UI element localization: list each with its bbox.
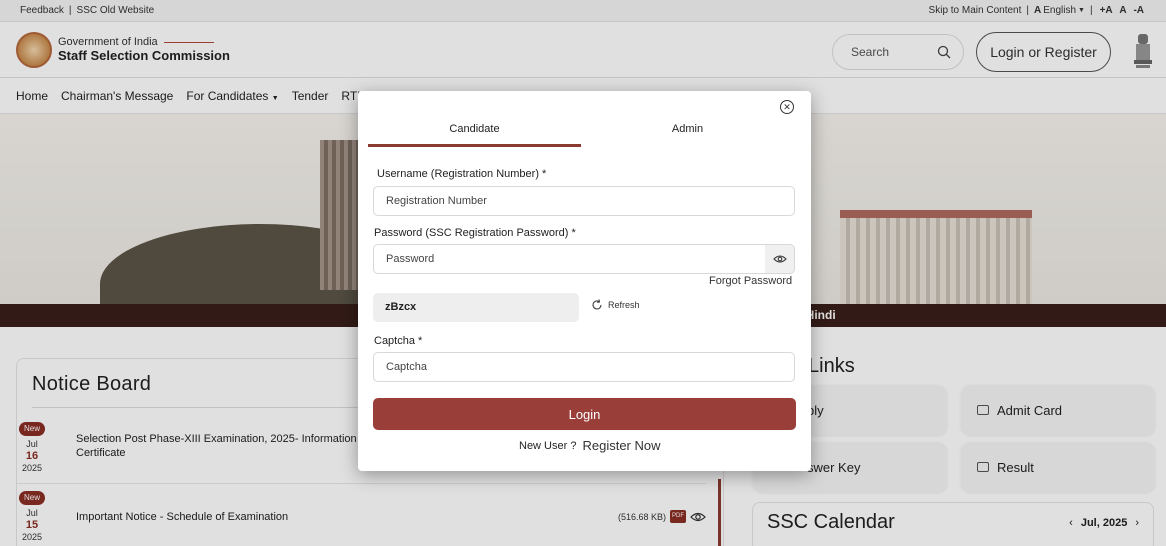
login-modal: ✕ Candidate Admin Username (Registration… <box>358 91 811 471</box>
username-label: Username (Registration Number) * <box>377 168 547 180</box>
login-button[interactable]: Login <box>373 398 796 430</box>
new-user-row: New User ? Register Now <box>519 438 661 453</box>
new-user-label: New User ? <box>519 439 577 452</box>
password-label: Password (SSC Registration Password) * <box>374 227 576 239</box>
register-now-link[interactable]: Register Now <box>582 438 660 453</box>
refresh-icon <box>592 299 602 310</box>
close-icon[interactable]: ✕ <box>780 100 794 114</box>
tab-candidate[interactable]: Candidate <box>368 119 581 147</box>
captcha-label: Captcha * <box>374 335 423 347</box>
tab-admin[interactable]: Admin <box>581 119 794 147</box>
eye-icon <box>772 255 787 263</box>
captcha-field[interactable] <box>373 352 795 382</box>
username-field[interactable] <box>373 186 795 216</box>
forgot-password-link[interactable]: Forgot Password <box>709 275 792 287</box>
captcha-image: zBzcx <box>373 293 579 322</box>
show-password-button[interactable] <box>765 244 795 274</box>
login-tabs: Candidate Admin <box>368 119 793 147</box>
refresh-label: Refresh <box>608 300 640 310</box>
refresh-captcha-button[interactable]: Refresh <box>591 299 640 311</box>
password-field[interactable] <box>373 244 766 274</box>
